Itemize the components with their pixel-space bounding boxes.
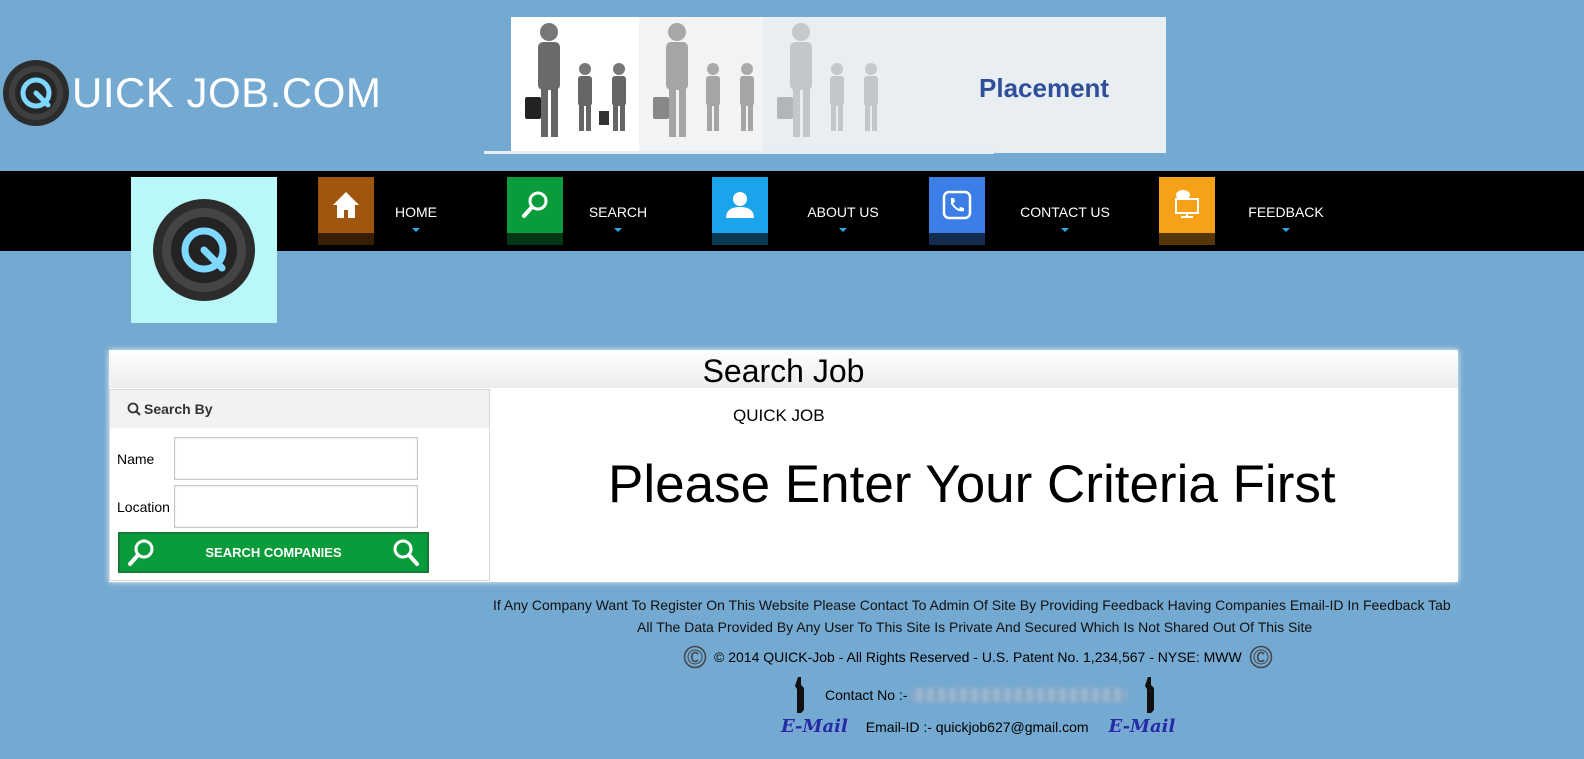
business-people-faded-image xyxy=(639,17,767,153)
location-field-row: Location xyxy=(117,485,418,528)
name-label: Name xyxy=(117,450,155,467)
phone-handset-icon xyxy=(795,677,804,713)
caret-down-icon xyxy=(1061,228,1069,232)
criteria-message: Please Enter Your Criteria First xyxy=(608,455,1336,514)
footer-register-note: If Any Company Want To Register On This … xyxy=(493,597,1451,613)
search-icon xyxy=(128,539,154,566)
placement-banner: Placement xyxy=(511,17,1166,153)
nav-about-us[interactable]: ABOUT US xyxy=(712,177,918,247)
nav-logo[interactable] xyxy=(131,177,277,323)
phone-icon xyxy=(929,177,985,245)
nav-feedback-label: FEEDBACK xyxy=(1248,204,1324,220)
redacted-phone-number xyxy=(911,688,1128,702)
copyright-text: © 2014 QUICK-Job - All Rights Reserved -… xyxy=(714,649,1242,665)
nav-home[interactable]: HOME xyxy=(318,177,458,247)
nav-search[interactable]: SEARCH xyxy=(507,177,673,247)
business-people-image xyxy=(511,17,639,153)
search-icon xyxy=(393,539,419,566)
copyright-icon xyxy=(1249,645,1272,669)
caret-down-icon xyxy=(412,228,420,232)
copyright-icon xyxy=(683,645,707,669)
search-icon xyxy=(507,177,563,245)
banner-underline xyxy=(484,151,994,154)
caret-down-icon xyxy=(1282,228,1290,232)
sidebar-title: Search By xyxy=(144,401,213,417)
phone-handset-icon xyxy=(1145,677,1155,713)
nav-about-us-label: ABOUT US xyxy=(807,204,879,220)
footer-email: E-Mail Email-ID :- quickjob627@gmail.com… xyxy=(781,716,1175,737)
nav-search-label: SEARCH xyxy=(588,204,648,220)
search-job-panel: Search Job Search By Name Location SEARC… xyxy=(109,350,1458,582)
footer-copyright: © 2014 QUICK-Job - All Rights Reserved -… xyxy=(683,645,1273,669)
search-companies-button[interactable]: SEARCH COMPANIES xyxy=(118,532,429,573)
email-badge-icon: E-Mail xyxy=(781,716,848,737)
email-badge-icon: E-Mail xyxy=(1108,716,1176,737)
search-sidebar: Search By Name Location SEARCH COMPANIES xyxy=(109,389,490,581)
email-id-text[interactable]: Email-ID :- quickjob627@gmail.com xyxy=(866,719,1089,735)
nav-home-label: HOME xyxy=(395,204,437,220)
location-label: Location xyxy=(117,498,170,515)
user-icon xyxy=(712,177,768,245)
sidebar-header: Search By xyxy=(110,390,489,428)
caret-down-icon xyxy=(614,228,622,232)
q-logo-icon xyxy=(153,199,255,301)
site-brand[interactable]: UICK JOB.COM xyxy=(2,58,381,128)
business-people-faint-image xyxy=(763,17,891,153)
footer-contact: Contact No :- xyxy=(793,677,1157,713)
home-icon xyxy=(318,177,374,245)
magnifier-icon xyxy=(127,402,141,416)
monitor-chat-icon xyxy=(1159,177,1215,245)
footer-privacy-note: All The Data Provided By Any User To Thi… xyxy=(637,619,1313,635)
nav-contact-us-label: CONTACT US xyxy=(1020,204,1110,220)
q-logo-icon xyxy=(3,60,69,126)
location-input[interactable] xyxy=(174,485,418,528)
name-field-row: Name xyxy=(117,437,418,480)
nav-contact-us[interactable]: CONTACT US xyxy=(929,177,1145,247)
banner-placement-text: Placement xyxy=(979,73,1110,103)
brand-title: UICK JOB.COM xyxy=(72,69,382,116)
panel-title: Search Job xyxy=(109,350,1458,389)
name-input[interactable] xyxy=(174,437,418,480)
nav-feedback[interactable]: FEEDBACK xyxy=(1159,177,1357,247)
caret-down-icon xyxy=(839,228,847,232)
quick-job-label: QUICK JOB xyxy=(733,406,825,425)
search-companies-label: SEARCH COMPANIES xyxy=(205,545,342,560)
contact-label: Contact No :- xyxy=(825,687,908,703)
